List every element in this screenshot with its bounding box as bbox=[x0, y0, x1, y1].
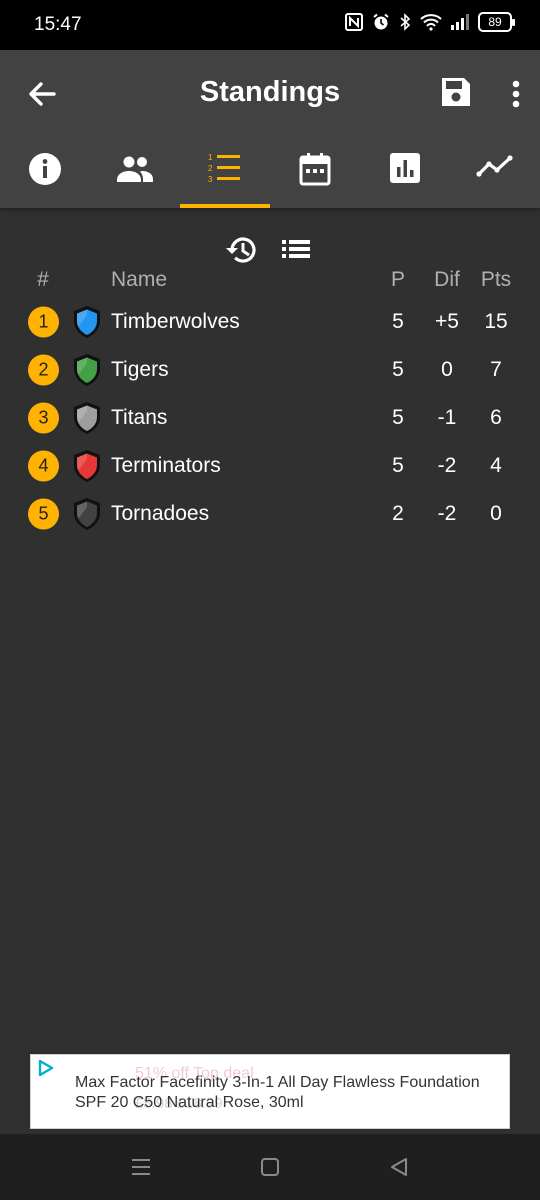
header-diff: Dif bbox=[434, 268, 460, 291]
header-played: P bbox=[390, 268, 405, 291]
arrow-back-icon bbox=[29, 82, 56, 106]
table-row[interactable]: 4 Terminators 5 -2 4 bbox=[0, 442, 540, 490]
home-square-icon bbox=[261, 1158, 279, 1176]
svg-text:1: 1 bbox=[208, 153, 213, 162]
tab-schedule[interactable] bbox=[270, 142, 360, 208]
app-bar: Standings 123 bbox=[0, 50, 540, 208]
standings-table: # Name P Dif Pts 1 Timberwolves 5 +5 15 2 Tige… bbox=[0, 262, 540, 538]
team-shield-icon bbox=[74, 450, 100, 482]
games-played: 5 bbox=[392, 310, 404, 333]
line-trend-icon bbox=[476, 155, 513, 177]
status-time: 15:47 bbox=[34, 14, 82, 35]
tab-standings[interactable]: 1 2 3 bbox=[180, 142, 270, 208]
team-shield-icon bbox=[74, 354, 100, 386]
rank-badge: 4 bbox=[28, 450, 59, 482]
team-name: Tigers bbox=[111, 358, 169, 381]
svg-text:3: 3 bbox=[208, 175, 213, 184]
goal-difference: 0 bbox=[441, 358, 453, 381]
rank-badge: 1 bbox=[28, 306, 59, 338]
table-header: # Name P Dif Pts bbox=[0, 262, 540, 298]
ad-banner[interactable]: 51% off Top deal £8.98 £18.99 Max Factor… bbox=[30, 1054, 510, 1129]
team-name: Timberwolves bbox=[111, 310, 240, 333]
tab-info[interactable] bbox=[0, 142, 90, 208]
games-played: 5 bbox=[392, 406, 404, 429]
team-name: Terminators bbox=[111, 454, 221, 477]
calendar-icon bbox=[299, 153, 331, 186]
status-icons: 89 bbox=[345, 12, 515, 32]
points: 7 bbox=[490, 358, 502, 381]
team-shield-icon bbox=[74, 402, 100, 434]
team-name: Tornadoes bbox=[111, 502, 210, 525]
table-row[interactable]: 5 Tornadoes 2 -2 0 bbox=[0, 490, 540, 538]
tab-trends[interactable] bbox=[450, 142, 540, 208]
header-points: Pts bbox=[480, 268, 512, 291]
save-button[interactable] bbox=[438, 74, 478, 114]
points: 0 bbox=[490, 502, 502, 525]
save-icon bbox=[442, 78, 470, 106]
ad-choices-icon[interactable] bbox=[37, 1059, 55, 1077]
goal-difference: +5 bbox=[435, 310, 459, 333]
header-rank: # bbox=[37, 268, 49, 291]
more-options-button[interactable] bbox=[500, 74, 532, 114]
recents-button[interactable] bbox=[126, 1152, 156, 1182]
menu-icon bbox=[132, 1159, 150, 1175]
alarm-icon bbox=[373, 13, 389, 30]
games-played: 5 bbox=[392, 358, 404, 381]
goal-difference: -2 bbox=[437, 454, 457, 477]
more-vert-icon bbox=[512, 80, 520, 108]
rank-badge: 3 bbox=[28, 402, 59, 434]
points: 4 bbox=[490, 454, 502, 477]
team-shield-icon bbox=[74, 306, 100, 338]
wifi-icon bbox=[420, 14, 442, 31]
people-icon bbox=[117, 156, 153, 182]
battery-icon: 89 bbox=[478, 12, 515, 32]
list-icon bbox=[282, 240, 310, 258]
back-button[interactable] bbox=[22, 74, 62, 114]
table-row[interactable]: 2 Tigers 5 0 7 bbox=[0, 346, 540, 394]
bluetooth-icon bbox=[400, 13, 411, 31]
points: 15 bbox=[484, 310, 508, 333]
system-nav-bar bbox=[0, 1134, 540, 1200]
numbered-list-icon: 1 2 3 bbox=[208, 153, 240, 184]
tab-teams[interactable] bbox=[90, 142, 180, 208]
back-nav-button[interactable] bbox=[384, 1152, 414, 1182]
games-played: 5 bbox=[392, 454, 404, 477]
home-button[interactable] bbox=[255, 1152, 285, 1182]
goal-difference: -1 bbox=[437, 406, 457, 429]
tab-stats[interactable] bbox=[360, 142, 450, 208]
goal-difference: -2 bbox=[437, 502, 457, 525]
nfc-icon bbox=[345, 13, 363, 31]
bar-chart-icon bbox=[390, 153, 420, 183]
rank-badge: 5 bbox=[28, 498, 59, 530]
team-shield-icon bbox=[74, 498, 100, 530]
ad-text[interactable]: Max Factor Facefinity 3-In-1 All Day Fla… bbox=[75, 1073, 505, 1113]
tab-bar: 1 2 3 bbox=[0, 142, 540, 208]
rank-badge: 2 bbox=[28, 354, 59, 386]
signal-icon bbox=[451, 14, 469, 30]
svg-text:2: 2 bbox=[208, 164, 213, 173]
table-row[interactable]: 3 Titans 5 -1 6 bbox=[0, 394, 540, 442]
games-played: 2 bbox=[392, 502, 404, 525]
tab-indicator bbox=[180, 204, 270, 208]
table-row[interactable]: 1 Timberwolves 5 +5 15 bbox=[0, 298, 540, 346]
back-triangle-icon bbox=[391, 1158, 407, 1176]
team-name: Titans bbox=[111, 406, 168, 429]
info-icon bbox=[29, 153, 61, 185]
header-name: Name bbox=[111, 268, 168, 291]
status-bar: 15:47 89 bbox=[0, 0, 540, 50]
points: 6 bbox=[490, 406, 502, 429]
